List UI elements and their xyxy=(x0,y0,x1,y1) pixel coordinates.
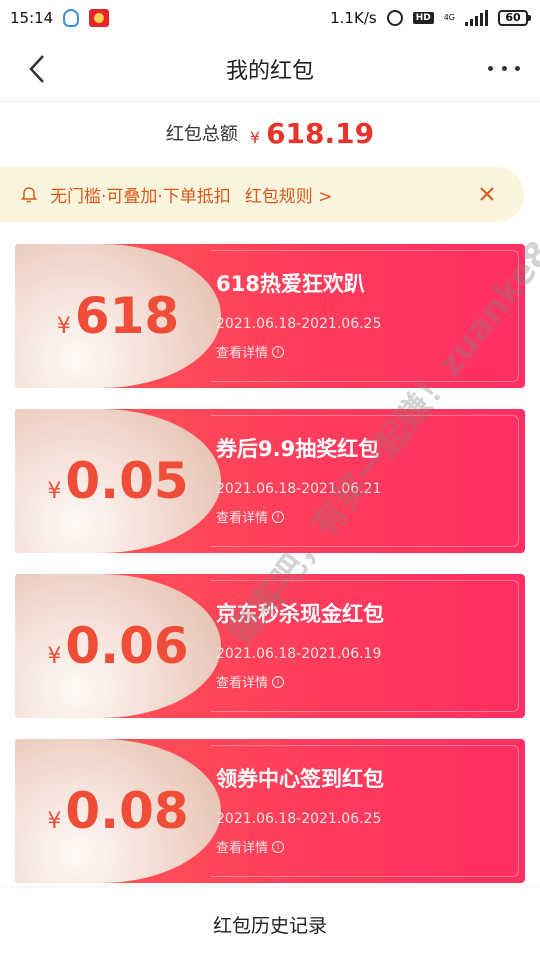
coupon-currency: ¥ xyxy=(47,479,62,504)
coupon-currency: ¥ xyxy=(47,809,62,834)
coupon-value-area: ¥0.05 xyxy=(15,409,221,553)
coupon-info: 618热爱狂欢趴 2021.06.18-2021.06.25 查看详情 i xyxy=(216,268,515,361)
coupon-amount: 0.05 xyxy=(65,452,189,510)
app-notification-icon xyxy=(89,9,110,27)
coupon-card[interactable]: ¥0.08 领券中心签到红包 2021.06.18-2021.06.25 查看详… xyxy=(15,739,525,883)
total-label: 红包总额 xyxy=(165,124,238,145)
coupon-name: 领券中心签到红包 xyxy=(216,767,384,791)
coupon-detail-label: 查看详情 xyxy=(216,511,269,526)
coupon-card[interactable]: ¥0.05 券后9.9抽奖红包 2021.06.18-2021.06.21 查看… xyxy=(15,409,525,553)
coupon-value: ¥0.08 xyxy=(47,782,188,840)
coupon-name: 618热爱狂欢趴 xyxy=(216,272,365,296)
coupon-detail-link[interactable]: 查看详情 i xyxy=(216,342,515,361)
coupon-amount: 618 xyxy=(74,287,180,345)
total-summary: 红包总额 ¥618.19 xyxy=(0,108,540,158)
info-icon: i xyxy=(272,510,285,523)
coupon-info: 领券中心签到红包 2021.06.18-2021.06.25 查看详情 i xyxy=(216,763,515,856)
hd-icon: HD xyxy=(412,12,434,24)
coupon-detail-label: 查看详情 xyxy=(216,676,269,691)
coupon-value: ¥0.06 xyxy=(47,617,188,675)
nav-bar: 我的红包 xyxy=(0,36,540,102)
info-icon: i xyxy=(272,840,285,853)
coupon-date: 2021.06.18-2021.06.19 xyxy=(216,646,382,662)
coupon-currency: ¥ xyxy=(56,314,71,339)
total-amount: ¥618.19 xyxy=(250,117,374,150)
coupon-date: 2021.06.18-2021.06.21 xyxy=(216,481,382,497)
close-icon[interactable] xyxy=(476,183,498,205)
network-speed: 1.1K/s xyxy=(330,9,377,27)
page-title: 我的红包 xyxy=(225,58,314,84)
battery-icon: 60 xyxy=(498,10,531,26)
notice-text: 无门槛·可叠加·下单抵扣 xyxy=(50,187,231,207)
coupon-card[interactable]: ¥0.06 京东秒杀现金红包 2021.06.18-2021.06.19 查看详… xyxy=(15,574,525,718)
network-type-icon: 4G xyxy=(443,13,455,22)
coupon-date: 2021.06.18-2021.06.25 xyxy=(216,811,382,827)
coupon-value-area: ¥0.08 xyxy=(15,739,221,883)
coupon-value: ¥618 xyxy=(57,287,179,345)
more-dots-icon xyxy=(488,65,493,71)
coupon-amount: 0.08 xyxy=(65,782,189,840)
coupon-info: 京东秒杀现金红包 2021.06.18-2021.06.19 查看详情 i xyxy=(216,598,515,691)
coupon-detail-label: 查看详情 xyxy=(216,841,269,856)
coupon-detail-link[interactable]: 查看详情 i xyxy=(216,837,515,856)
coupon-value: ¥0.05 xyxy=(47,452,188,510)
rules-link[interactable]: 红包规则 > xyxy=(245,182,333,207)
info-icon: i xyxy=(272,675,285,688)
status-time: 15:14 xyxy=(10,9,54,27)
coupon-detail-link[interactable]: 查看详情 i xyxy=(216,507,515,526)
history-button[interactable]: 红包历史记录 xyxy=(213,911,327,938)
more-menu-button[interactable] xyxy=(488,60,520,76)
coupon-info: 券后9.9抽奖红包 2021.06.18-2021.06.21 查看详情 i xyxy=(216,433,515,526)
signal-icon xyxy=(465,10,488,26)
coupon-value-area: ¥0.06 xyxy=(15,574,221,718)
coupon-name: 京东秒杀现金红包 xyxy=(216,602,384,626)
coupon-list: ¥618 618热爱狂欢趴 2021.06.18-2021.06.25 查看详情… xyxy=(15,244,525,904)
total-value: 618.19 xyxy=(266,116,375,150)
bell-icon xyxy=(21,186,37,202)
bottom-bar: 红包历史记录 xyxy=(0,888,540,960)
status-left: 15:14 xyxy=(10,9,110,27)
back-button[interactable] xyxy=(22,54,52,84)
coupon-amount: 0.06 xyxy=(65,617,189,675)
coupon-name: 券后9.9抽奖红包 xyxy=(216,437,380,461)
coupon-currency: ¥ xyxy=(47,644,62,669)
coupon-detail-label: 查看详情 xyxy=(216,346,269,361)
total-currency: ¥ xyxy=(249,127,261,147)
coupon-detail-link[interactable]: 查看详情 i xyxy=(216,672,515,691)
qq-icon xyxy=(63,9,80,27)
info-icon: i xyxy=(272,345,285,358)
coupon-date: 2021.06.18-2021.06.25 xyxy=(216,316,382,332)
status-bar: 15:14 1.1K/s HD 4G 60 xyxy=(0,0,540,36)
chevron-left-icon xyxy=(29,55,44,83)
alarm-icon xyxy=(386,10,403,26)
status-right: 1.1K/s HD 4G 60 xyxy=(330,9,531,27)
coupon-card[interactable]: ¥618 618热爱狂欢趴 2021.06.18-2021.06.25 查看详情… xyxy=(15,244,525,388)
notice-bar: 无门槛·可叠加·下单抵扣 红包规则 > xyxy=(0,167,524,222)
coupon-value-area: ¥618 xyxy=(15,244,221,388)
